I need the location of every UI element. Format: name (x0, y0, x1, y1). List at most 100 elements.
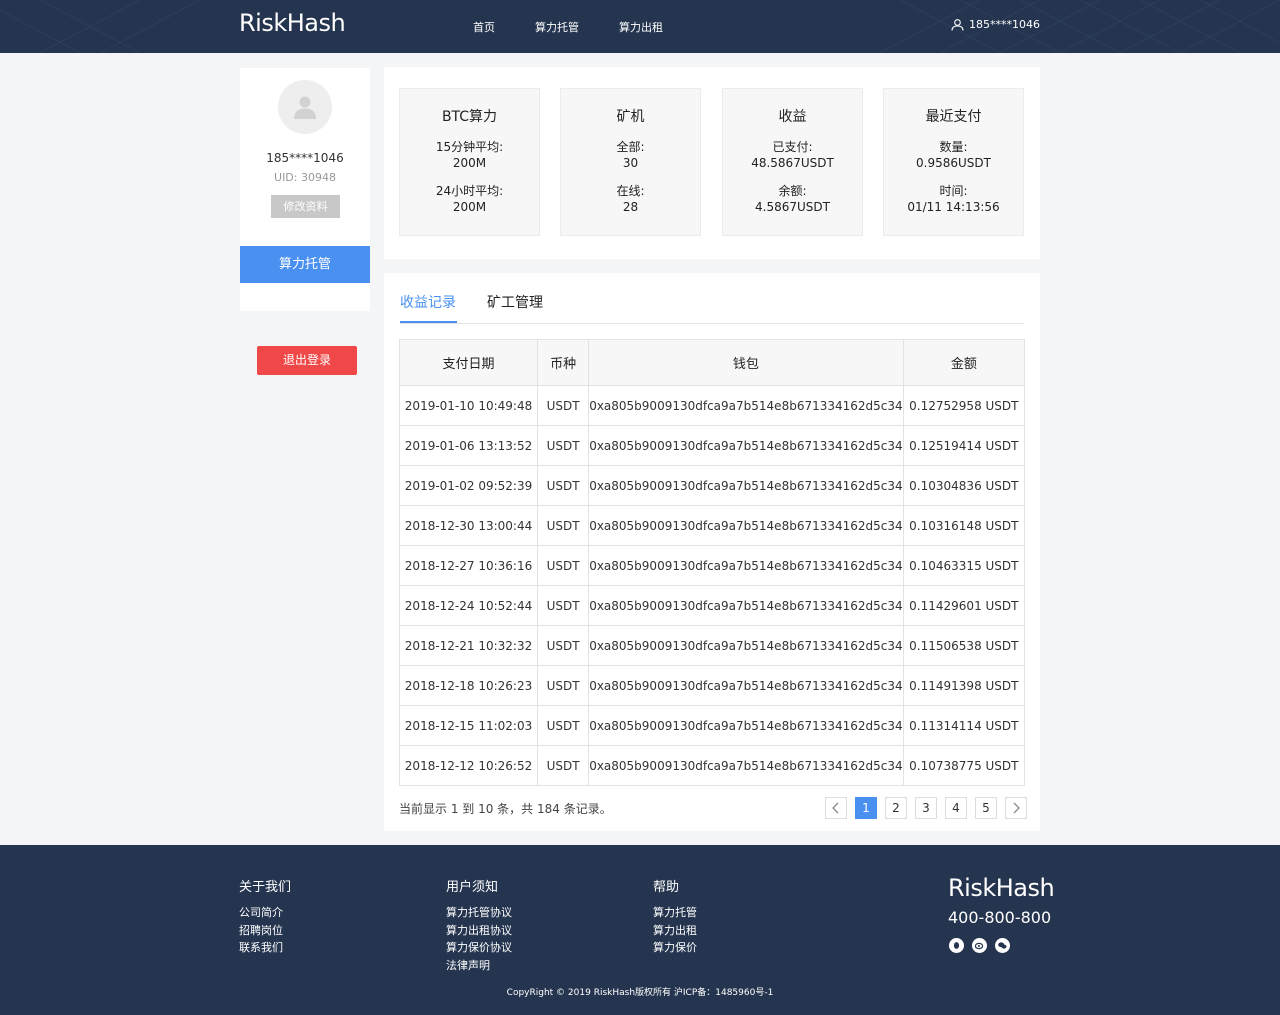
cell-amount: 0.11429601 USDT (902, 585, 1026, 626)
cell-wallet: 0xa805b9009130dfca9a7b514e8b671334162d5c… (588, 665, 904, 706)
cell-coin: USDT (537, 665, 590, 706)
stat-title: BTC算力 (441, 109, 498, 125)
cell-amount: 0.11491398 USDT (902, 665, 1026, 706)
cell-wallet: 0xa805b9009130dfca9a7b514e8b671334162d5c… (588, 545, 904, 586)
nav-home[interactable]: 首页 (473, 19, 495, 35)
earnings-table: 支付日期 币种 钱包 金额 2019-01-10 10:49:48 USDT 0xa… (398, 339, 1026, 786)
footer-help: 帮助 算力托管 算力出租 算力保价 (653, 876, 697, 957)
top-header: RiskHash 首页 算力托管 算力出租 185****1046 (0, 0, 1280, 53)
stat-value: 28 (622, 200, 639, 214)
cell-amount: 0.10316148 USDT (902, 505, 1026, 546)
next-page-button[interactable] (1005, 797, 1027, 819)
cell-wallet: 0xa805b9009130dfca9a7b514e8b671334162d5c… (588, 745, 904, 786)
stat-value: 01/11 14:13:56 (907, 200, 1000, 214)
footer-about-title: 关于我们 (239, 880, 292, 895)
tab-earnings-records[interactable]: 收益记录 (400, 292, 456, 312)
prev-page-button[interactable] (825, 797, 847, 819)
footer-link[interactable]: 算力出租 (653, 922, 697, 940)
avatar-person-icon (294, 96, 316, 119)
footer-link[interactable]: 招聘岗位 (239, 922, 291, 940)
avatar (278, 80, 332, 134)
nav-rental[interactable]: 算力出租 (619, 19, 663, 35)
footer-link[interactable]: 算力出租协议 (446, 922, 512, 940)
footer-link[interactable]: 算力保价 (653, 939, 697, 957)
cell-amount: 0.11314114 USDT (902, 705, 1026, 746)
page-2-button[interactable]: 2 (885, 797, 907, 819)
cell-coin: USDT (537, 545, 590, 586)
cell-wallet: 0xa805b9009130dfca9a7b514e8b671334162d5c… (588, 465, 904, 506)
stat-label: 已支付: (772, 140, 813, 154)
cell-wallet: 0xa805b9009130dfca9a7b514e8b671334162d5c… (588, 705, 904, 746)
cell-wallet: 0xa805b9009130dfca9a7b514e8b671334162d5c… (588, 585, 904, 626)
cell-coin: USDT (537, 625, 590, 666)
footer-link[interactable]: 公司简介 (239, 904, 291, 922)
page-4-button[interactable]: 4 (945, 797, 967, 819)
footer-link[interactable]: 法律声明 (446, 957, 512, 975)
page-1-button[interactable]: 1 (855, 797, 877, 819)
stat-earnings: 收益 已支付: 48.5867USDT 余额: 4.5867USDT (722, 88, 863, 236)
page-5-button[interactable]: 5 (975, 797, 997, 819)
cell-amount: 0.12519414 USDT (902, 425, 1026, 466)
stat-label: 余额: (778, 184, 807, 198)
cell-date: 2018-12-24 10:52:44 (398, 585, 539, 626)
cell-amount: 0.12752958 USDT (902, 385, 1026, 426)
cell-date: 2018-12-27 10:36:16 (398, 545, 539, 586)
profile-card: 185****1046 UID: 30948 修改资料 算力托管 (240, 68, 370, 311)
stat-title: 收益 (778, 109, 807, 125)
social-icons (949, 938, 1010, 953)
cell-amount: 0.11506538 USDT (902, 625, 1026, 666)
col-amount: 金额 (902, 339, 1026, 386)
page-3-button[interactable]: 3 (915, 797, 937, 819)
hosting-button[interactable]: 算力托管 (240, 246, 370, 283)
edit-profile-button[interactable]: 修改资料 (271, 195, 340, 218)
stat-value: 200M (452, 200, 487, 214)
cell-coin: USDT (537, 745, 590, 786)
nav-hosting[interactable]: 算力托管 (535, 19, 579, 35)
cell-amount: 0.10463315 USDT (902, 545, 1026, 586)
footer-help-title: 帮助 (653, 880, 680, 895)
table-row: 2018-12-15 11:02:03 USDT 0xa805b9009130dfc… (398, 705, 1026, 746)
cell-wallet: 0xa805b9009130dfca9a7b514e8b671334162d5c… (588, 425, 904, 466)
user-menu[interactable]: 185****1046 (951, 18, 1040, 31)
logout-button[interactable]: 退出登录 (257, 346, 357, 375)
stat-hashrate: BTC算力 15分钟平均: 200M 24小时平均: 200M (399, 88, 540, 236)
cell-wallet: 0xa805b9009130dfca9a7b514e8b671334162d5c… (588, 505, 904, 546)
stat-label: 在线: (616, 184, 645, 198)
cell-date: 2019-01-06 13:13:52 (398, 425, 539, 466)
cell-wallet: 0xa805b9009130dfca9a7b514e8b671334162d5c… (588, 625, 904, 666)
logo[interactable]: RiskHash (239, 9, 346, 37)
stat-label: 数量: (939, 140, 968, 154)
profile-name: 185****1046 (266, 151, 344, 165)
cell-coin: USDT (537, 385, 590, 426)
table-row: 2019-01-06 13:13:52 USDT 0xa805b9009130dfc… (398, 425, 1026, 466)
wechat-icon[interactable] (995, 938, 1010, 953)
pagination: 1 2 3 4 5 (825, 797, 1027, 819)
table-row: 2018-12-24 10:52:44 USDT 0xa805b9009130dfc… (398, 585, 1026, 626)
table-row: 2019-01-10 10:49:48 USDT 0xa805b9009130dfc… (398, 385, 1026, 426)
stat-title: 最近支付 (925, 109, 982, 125)
cell-date: 2018-12-21 10:32:32 (398, 625, 539, 666)
footer-link[interactable]: 算力托管协议 (446, 904, 512, 922)
cell-coin: USDT (537, 705, 590, 746)
footer-link[interactable]: 算力托管 (653, 904, 697, 922)
col-coin: 币种 (537, 339, 590, 386)
footer-about: 关于我们 公司简介 招聘岗位 联系我们 (239, 876, 291, 957)
table-row: 2018-12-30 13:00:44 USDT 0xa805b9009130dfc… (398, 505, 1026, 546)
stat-value: 30 (622, 156, 639, 170)
main-nav: 首页 算力托管 算力出租 (473, 19, 663, 35)
footer-notice: 用户须知 算力托管协议 算力出租协议 算力保价协议 法律声明 (446, 876, 512, 974)
stat-value: 0.9586USDT (916, 156, 991, 170)
cell-amount: 0.10738775 USDT (902, 745, 1026, 786)
cell-coin: USDT (537, 425, 590, 466)
weibo-icon[interactable] (972, 938, 987, 953)
footer-link[interactable]: 联系我们 (239, 939, 291, 957)
stat-label: 时间: (939, 184, 968, 198)
stat-label: 全部: (616, 140, 645, 154)
cell-date: 2019-01-10 10:49:48 (398, 385, 539, 426)
qq-icon[interactable] (949, 938, 964, 953)
tab-miner-management[interactable]: 矿工管理 (487, 292, 543, 312)
stat-label: 24小时平均: (435, 184, 504, 198)
footer-notice-title: 用户须知 (446, 880, 499, 895)
stat-label: 15分钟平均: (435, 140, 504, 154)
footer-link[interactable]: 算力保价协议 (446, 939, 512, 957)
